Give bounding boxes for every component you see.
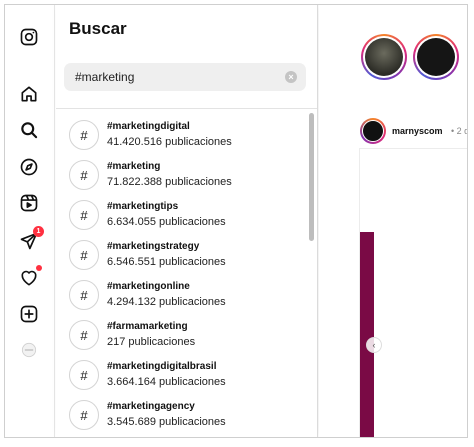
result-tag: #farmamarketing <box>107 321 188 332</box>
result-tag: #marketing <box>107 161 161 172</box>
result-tag: #marketingonline <box>107 281 190 292</box>
explore-icon[interactable] <box>17 155 41 179</box>
hashtag-icon: # <box>69 120 99 150</box>
panel-title: Buscar <box>69 19 127 38</box>
result-item[interactable]: # #marketingagency 3.545.689 publicacion… <box>56 395 306 435</box>
hashtag-icon: # <box>69 280 99 310</box>
post-timestamp: • 2 d <box>451 126 468 136</box>
story-avatar[interactable] <box>361 34 407 80</box>
result-count: 6.634.055 publicaciones <box>107 216 226 228</box>
story-avatar[interactable] <box>413 34 459 80</box>
hashtag-icon: # <box>69 320 99 350</box>
feed-area: marnyscom • 2 d ‹ <box>319 5 468 437</box>
post-image[interactable] <box>360 232 374 437</box>
result-tag: #marketingdigital <box>107 121 190 132</box>
result-item[interactable]: # #marketingdigitalbrasil 3.664.164 publ… <box>56 355 306 395</box>
search-query[interactable]: #marketing <box>75 70 134 84</box>
instagram-icon[interactable] <box>17 25 41 49</box>
notification-dot <box>36 265 42 271</box>
hashtag-icon: # <box>69 160 99 190</box>
divider <box>56 108 317 109</box>
result-item[interactable]: # #marketing 71.822.388 publicaciones <box>56 155 306 195</box>
hashtag-icon: # <box>69 400 99 430</box>
result-count: 4.294.132 publicaciones <box>107 296 226 308</box>
home-icon[interactable] <box>17 82 41 106</box>
search-input[interactable]: #marketing × <box>64 63 306 91</box>
result-count: 3.545.689 publicaciones <box>107 416 226 428</box>
hashtag-icon: # <box>69 360 99 390</box>
result-tag: #marketingtips <box>107 201 179 212</box>
result-tag: #marketingdigitalbrasil <box>107 361 217 372</box>
hashtag-icon: # <box>69 240 99 270</box>
notifications-icon[interactable] <box>17 265 42 290</box>
search-panel: Buscar #marketing × # #marketingdigital … <box>56 5 318 437</box>
scroll-thumb[interactable] <box>309 113 314 241</box>
post-media[interactable] <box>359 148 467 437</box>
search-icon[interactable] <box>17 118 41 142</box>
result-item[interactable]: # #marketingdigital 41.420.516 publicaci… <box>56 115 306 155</box>
result-count: 6.546.551 publicaciones <box>107 256 226 268</box>
reels-icon[interactable] <box>17 191 41 215</box>
result-tag: #marketingstrategy <box>107 241 200 252</box>
profile-icon[interactable] <box>17 338 41 362</box>
result-item[interactable]: # #farmamarketing 217 publicaciones <box>56 315 306 355</box>
result-count: 217 publicaciones <box>107 336 196 348</box>
result-item[interactable]: # #marketingonline 4.294.132 publicacion… <box>56 275 306 315</box>
hashtag-icon: # <box>69 200 99 230</box>
post-avatar[interactable] <box>360 118 386 144</box>
results-scrollbar[interactable] <box>309 109 315 437</box>
result-item[interactable]: # #marketingtips 6.634.055 publicaciones <box>56 195 306 235</box>
search-results: # #marketingdigital 41.420.516 publicaci… <box>56 115 306 435</box>
result-count: 41.420.516 publicaciones <box>107 136 232 148</box>
sidebar-nav: 1 <box>5 5 55 437</box>
result-count: 3.664.164 publicaciones <box>107 376 226 388</box>
create-icon[interactable] <box>17 302 41 326</box>
clear-search-button[interactable]: × <box>285 71 297 83</box>
result-item[interactable]: # #marketingstrategy 6.546.551 publicaci… <box>56 235 306 275</box>
app-window: 1 Buscar #marketing × # #marketingdigita… <box>4 4 468 438</box>
unread-badge: 1 <box>33 226 44 237</box>
result-tag: #marketingagency <box>107 401 195 412</box>
messages-icon[interactable]: 1 <box>17 226 44 253</box>
result-count: 71.822.388 publicaciones <box>107 176 232 188</box>
post-username[interactable]: marnyscom <box>392 126 443 136</box>
chevron-left-icon[interactable]: ‹ <box>366 337 382 353</box>
